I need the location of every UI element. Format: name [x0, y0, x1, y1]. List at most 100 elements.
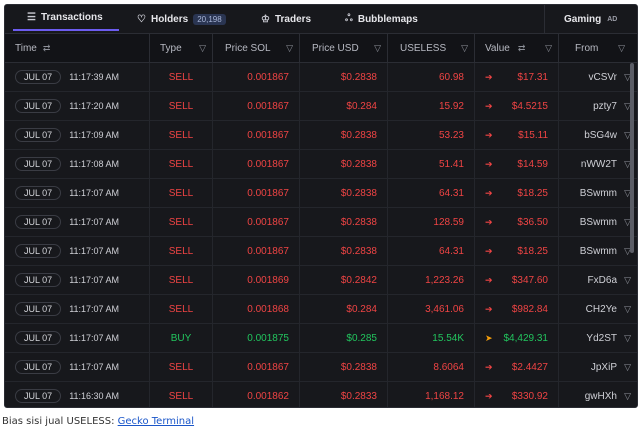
token-amount-text: 1,168.12 [425, 390, 464, 402]
table-row[interactable]: JUL 07 11:17:08 AM SELL 0.001867 $0.2838 51.4… [5, 150, 637, 179]
filter-icon[interactable]: ▽ [624, 391, 631, 402]
date-pill: JUL 07 [15, 302, 62, 316]
date-pill: JUL 07 [15, 99, 62, 113]
column-type[interactable]: Type ▽ [150, 34, 213, 62]
price-usd-text: $0.2838 [340, 361, 377, 373]
date-pill: JUL 07 [15, 331, 62, 345]
column-label: Price SOL [225, 42, 271, 54]
column-useless[interactable]: USELESS ▽ [388, 34, 475, 62]
column-from[interactable]: From ▽ [559, 34, 637, 62]
time-text: 11:17:07 AM [69, 246, 120, 256]
table-row[interactable]: JUL 07 11:16:30 AM SELL 0.001862 $0.2833 1,16… [5, 382, 637, 407]
swap-icon[interactable]: ⇄ [43, 43, 51, 54]
table-row[interactable]: JUL 07 11:17:07 AM SELL 0.001867 $0.2838 8.60… [5, 353, 637, 382]
type-text: SELL [168, 158, 194, 170]
price-sol-text: 0.001867 [247, 158, 289, 170]
from-address: gwHXh [584, 390, 617, 402]
filter-icon[interactable]: ▽ [545, 43, 552, 54]
price-usd-text: $0.285 [346, 332, 377, 344]
bubbles-icon: ஃ [345, 13, 353, 24]
price-usd-text: $0.2833 [340, 390, 377, 402]
table-row[interactable]: JUL 07 11:17:07 AM SELL 0.001867 $0.2838 128.… [5, 208, 637, 237]
tab-holders[interactable]: ♡ Holders 20,198 [137, 5, 226, 33]
filter-icon[interactable]: ▽ [624, 362, 631, 373]
gecko-terminal-link[interactable]: Gecko Terminal [118, 416, 194, 427]
token-amount-text: 15.54K [432, 332, 464, 344]
from-address: BSwmm [579, 245, 617, 257]
time-text: 11:17:07 AM [69, 188, 120, 198]
table-row[interactable]: JUL 07 11:17:07 AM SELL 0.001868 $0.284 3,461… [5, 295, 637, 324]
time-text: 11:17:07 AM [69, 217, 120, 227]
from-address: FxD6a [587, 274, 617, 286]
sell-shrimp-icon: ➔ [485, 129, 493, 140]
time-text: 11:17:07 AM [69, 362, 120, 372]
sell-shrimp-icon: ➔ [485, 71, 493, 82]
tab-bubblemaps[interactable]: ஃ Bubblemaps [345, 5, 418, 33]
price-usd-text: $0.2838 [340, 71, 377, 83]
token-amount-text: 8.6064 [433, 361, 464, 373]
column-label: Time [15, 42, 37, 54]
from-address: JpXiP [590, 361, 617, 373]
token-amount-text: 64.31 [438, 187, 464, 199]
filter-icon[interactable]: ▽ [624, 304, 631, 315]
column-price-usd[interactable]: Price USD ▽ [300, 34, 388, 62]
buy-fish-icon: ➤ [485, 332, 493, 343]
sell-shrimp-icon: ➔ [485, 100, 493, 111]
table-row[interactable]: JUL 07 11:17:20 AM SELL 0.001867 $0.284 15.92… [5, 92, 637, 121]
time-text: 11:17:08 AM [69, 159, 120, 169]
type-text: SELL [168, 100, 194, 112]
filter-icon[interactable]: ▽ [199, 43, 206, 54]
sell-shrimp-icon: ➔ [485, 274, 493, 285]
from-address: BSwmm [579, 187, 617, 199]
time-text: 11:16:30 AM [69, 391, 120, 401]
filter-icon[interactable]: ▽ [624, 275, 631, 286]
gaming-label: Gaming [564, 13, 602, 25]
value-text: $17.31 [517, 71, 548, 83]
gaming-ad-tab[interactable]: Gaming AD [544, 5, 637, 33]
filter-icon[interactable]: ▽ [374, 43, 381, 54]
from-address: BSwmm [579, 216, 617, 228]
sell-shrimp-icon: ➔ [485, 303, 493, 314]
swap-icon[interactable]: ⇄ [518, 43, 526, 54]
token-amount-text: 15.92 [438, 100, 464, 112]
price-usd-text: $0.284 [346, 303, 377, 315]
tab-label: Transactions [40, 11, 103, 23]
filter-icon[interactable]: ▽ [624, 333, 631, 344]
from-address: pzty7 [593, 100, 617, 112]
token-amount-text: 64.31 [438, 245, 464, 257]
from-address: nWW2T [580, 158, 617, 170]
column-time[interactable]: Time ⇄ [5, 34, 150, 62]
filter-icon[interactable]: ▽ [286, 43, 293, 54]
type-text: SELL [168, 274, 194, 286]
table-row[interactable]: JUL 07 11:17:07 AM SELL 0.001867 $0.2838 64.3… [5, 237, 637, 266]
date-pill: JUL 07 [15, 186, 62, 200]
price-sol-text: 0.001875 [247, 332, 289, 344]
value-text: $18.25 [517, 187, 548, 199]
price-usd-text: $0.2838 [340, 129, 377, 141]
filter-icon[interactable]: ▽ [461, 43, 468, 54]
time-text: 11:17:07 AM [69, 275, 120, 285]
table-row[interactable]: JUL 07 11:17:09 AM SELL 0.001867 $0.2838 53.2… [5, 121, 637, 150]
column-price-sol[interactable]: Price SOL ▽ [213, 34, 300, 62]
filter-icon[interactable]: ▽ [618, 43, 625, 54]
table-row[interactable]: JUL 07 11:17:07 AM SELL 0.001867 $0.2838 64.3… [5, 179, 637, 208]
tab-traders[interactable]: ♔ Traders [261, 5, 311, 33]
price-sol-text: 0.001867 [247, 361, 289, 373]
date-pill: JUL 07 [15, 244, 62, 258]
table-row[interactable]: JUL 07 11:17:39 AM SELL 0.001867 $0.2838 60.9… [5, 63, 637, 92]
column-label: Type [160, 42, 182, 54]
type-text: BUY [170, 332, 192, 344]
date-pill: JUL 07 [15, 360, 62, 374]
table-row[interactable]: JUL 07 11:17:07 AM SELL 0.001869 $0.2842 1,22… [5, 266, 637, 295]
date-pill: JUL 07 [15, 70, 62, 84]
tab-transactions[interactable]: ☰ Transactions [13, 5, 119, 31]
column-value[interactable]: Value ⇄ ▽ [475, 34, 559, 62]
price-sol-text: 0.001867 [247, 245, 289, 257]
sell-shrimp-icon: ➔ [485, 187, 493, 198]
table-row[interactable]: JUL 07 11:17:07 AM BUY 0.001875 $0.285 15.54K… [5, 324, 637, 353]
scrollbar[interactable] [630, 63, 634, 253]
type-text: SELL [168, 187, 194, 199]
from-address: vCSVr [588, 71, 617, 83]
value-text: $330.92 [511, 390, 548, 402]
price-usd-text: $0.2838 [340, 216, 377, 228]
